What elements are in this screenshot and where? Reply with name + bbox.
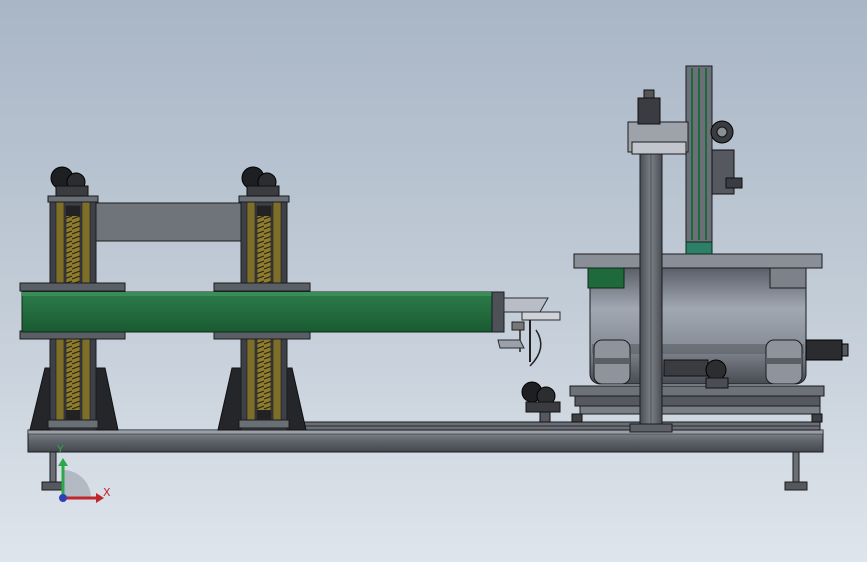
rail-carriage-motor xyxy=(521,381,561,423)
end-motor xyxy=(805,339,849,361)
triad-z-origin xyxy=(59,494,67,502)
assembly-drawing xyxy=(19,65,849,503)
mast-head-assembly xyxy=(627,89,689,155)
triad-y-label: Y xyxy=(57,443,64,456)
coordinate-triad xyxy=(58,458,104,503)
roller-bed-frame xyxy=(569,385,825,423)
motor-left xyxy=(50,166,89,197)
base-frame xyxy=(27,421,824,453)
vertical-slide-guide xyxy=(685,65,713,255)
welding-torch-head xyxy=(497,297,561,367)
leveling-foot-right xyxy=(784,451,808,491)
upper-tie-plate xyxy=(95,202,242,242)
roller-right xyxy=(765,339,803,385)
cad-viewport[interactable]: X Y xyxy=(0,0,867,562)
roller-left xyxy=(593,339,631,385)
triad-y-arrow xyxy=(58,458,68,466)
leveling-foot-left xyxy=(41,451,65,491)
triad-x-label: X xyxy=(103,486,111,499)
slide-motor xyxy=(710,120,743,195)
motor-middle xyxy=(241,166,280,197)
horizontal-boom xyxy=(21,291,505,333)
